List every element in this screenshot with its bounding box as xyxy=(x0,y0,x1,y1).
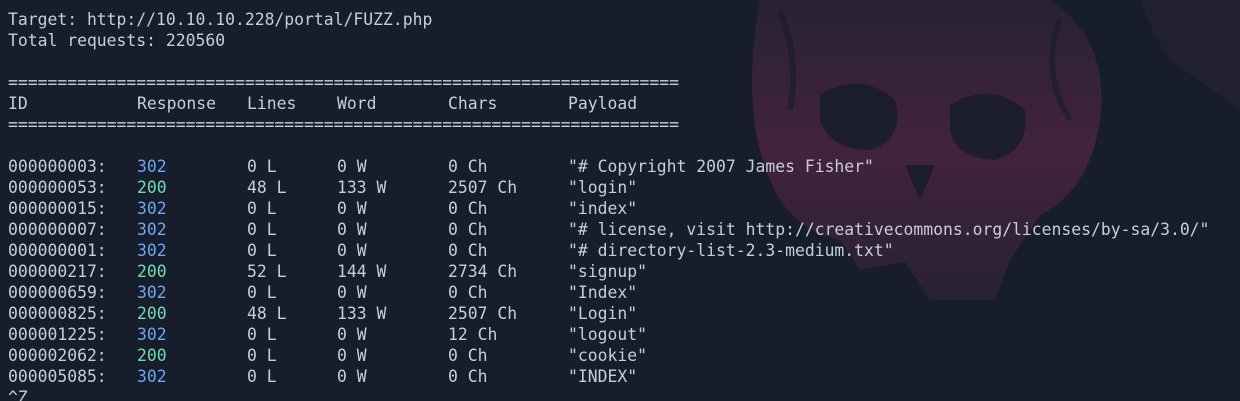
row-id: 000000007: xyxy=(8,220,107,239)
row-word: 0 W xyxy=(337,283,367,302)
row-response: 302 xyxy=(137,241,167,260)
row-id: 000001225: xyxy=(8,325,107,344)
row-response: 302 xyxy=(137,325,167,344)
row-response: 302 xyxy=(137,367,167,386)
result-row: 000000217: 200 52 L 144 W 2734 Ch "signu… xyxy=(8,261,647,282)
row-id: 000000053: xyxy=(8,178,107,197)
result-row: 000001225: 302 0 L 0 W 12 Ch "logout" xyxy=(8,324,647,345)
row-chars: 0 Ch xyxy=(448,157,488,176)
row-payload: "logout" xyxy=(568,325,647,344)
result-row: 000000003: 302 0 L 0 W 0 Ch "# Copyright… xyxy=(8,156,874,177)
row-chars: 0 Ch xyxy=(448,346,488,365)
row-id: 000005085: xyxy=(8,367,107,386)
row-response: 200 xyxy=(137,262,167,281)
col-response-header: Response xyxy=(137,94,216,113)
row-word: 0 W xyxy=(337,220,367,239)
separator-bottom: ========================================… xyxy=(8,115,680,134)
row-chars: 12 Ch xyxy=(448,325,498,344)
col-id-header: ID xyxy=(8,94,28,113)
row-id: 000000659: xyxy=(8,283,107,302)
row-word: 133 W xyxy=(337,304,387,323)
col-lines-header: Lines xyxy=(247,94,297,113)
row-response: 302 xyxy=(137,199,167,218)
result-row: 000000015: 302 0 L 0 W 0 Ch "index" xyxy=(8,198,637,219)
row-lines: 0 L xyxy=(247,220,277,239)
target-line: Target: http://10.10.10.228/portal/FUZZ.… xyxy=(8,10,433,29)
result-row: 000000825: 200 48 L 133 W 2507 Ch "Login… xyxy=(8,303,637,324)
row-chars: 0 Ch xyxy=(448,367,488,386)
row-payload: "# directory-list-2.3-medium.txt" xyxy=(568,241,894,260)
result-row: 000002062: 200 0 L 0 W 0 Ch "cookie" xyxy=(8,345,647,366)
row-id: 000000015: xyxy=(8,199,107,218)
row-lines: 48 L xyxy=(247,304,287,323)
row-payload: "index" xyxy=(568,199,638,218)
row-lines: 48 L xyxy=(247,178,287,197)
row-word: 133 W xyxy=(337,178,387,197)
row-payload: "login" xyxy=(568,178,638,197)
row-id: 000002062: xyxy=(8,346,107,365)
row-chars: 0 Ch xyxy=(448,283,488,302)
row-lines: 0 L xyxy=(247,241,277,260)
row-word: 144 W xyxy=(337,262,387,281)
row-id: 000000001: xyxy=(8,241,107,260)
result-row: 000000007: 302 0 L 0 W 0 Ch "# license, … xyxy=(8,219,1209,240)
result-row: 000005085: 302 0 L 0 W 0 Ch "INDEX" xyxy=(8,366,637,387)
row-id: 000000825: xyxy=(8,304,107,323)
col-word-header: Word xyxy=(337,94,377,113)
row-response: 200 xyxy=(137,304,167,323)
row-lines: 0 L xyxy=(247,367,277,386)
separator-top: ========================================… xyxy=(8,73,680,92)
row-word: 0 W xyxy=(337,157,367,176)
row-id: 000000003: xyxy=(8,157,107,176)
row-payload: "# Copyright 2007 James Fisher" xyxy=(568,157,874,176)
row-chars: 2507 Ch xyxy=(448,304,518,323)
col-payload-header: Payload xyxy=(568,94,638,113)
row-chars: 0 Ch xyxy=(448,199,488,218)
row-lines: 0 L xyxy=(247,325,277,344)
row-chars: 2507 Ch xyxy=(448,178,518,197)
row-payload: "signup" xyxy=(568,262,647,281)
column-header-row: ID Response Lines Word Chars Payload xyxy=(8,93,637,114)
row-lines: 0 L xyxy=(247,199,277,218)
row-payload: "cookie" xyxy=(568,346,647,365)
row-payload: "Login" xyxy=(568,304,638,323)
row-word: 0 W xyxy=(337,346,367,365)
row-response: 302 xyxy=(137,157,167,176)
row-id: 000000217: xyxy=(8,262,107,281)
result-row: 000000001: 302 0 L 0 W 0 Ch "# directory… xyxy=(8,240,894,261)
row-payload: "# license, visit http://creativecommons… xyxy=(568,220,1210,239)
row-word: 0 W xyxy=(337,199,367,218)
terminal-output: Target: http://10.10.10.228/portal/FUZZ.… xyxy=(0,0,1240,401)
row-lines: 0 L xyxy=(247,346,277,365)
row-response: 200 xyxy=(137,346,167,365)
row-lines: 0 L xyxy=(247,157,277,176)
row-chars: 2734 Ch xyxy=(448,262,518,281)
row-response: 200 xyxy=(137,178,167,197)
row-response: 302 xyxy=(137,283,167,302)
row-word: 0 W xyxy=(337,325,367,344)
result-row: 000000659: 302 0 L 0 W 0 Ch "Index" xyxy=(8,282,637,303)
row-lines: 52 L xyxy=(247,262,287,281)
row-word: 0 W xyxy=(337,367,367,386)
row-word: 0 W xyxy=(337,241,367,260)
row-payload: "INDEX" xyxy=(568,367,638,386)
row-lines: 0 L xyxy=(247,283,277,302)
row-response: 302 xyxy=(137,220,167,239)
row-payload: "Index" xyxy=(568,283,638,302)
result-row: 000000053: 200 48 L 133 W 2507 Ch "login… xyxy=(8,177,637,198)
interrupt-prompt: ^Z xyxy=(8,388,28,401)
col-chars-header: Chars xyxy=(448,94,498,113)
row-chars: 0 Ch xyxy=(448,241,488,260)
terminal-window[interactable]: Target: http://10.10.10.228/portal/FUZZ.… xyxy=(0,0,1240,401)
total-requests-line: Total requests: 220560 xyxy=(8,31,226,50)
row-chars: 0 Ch xyxy=(448,220,488,239)
